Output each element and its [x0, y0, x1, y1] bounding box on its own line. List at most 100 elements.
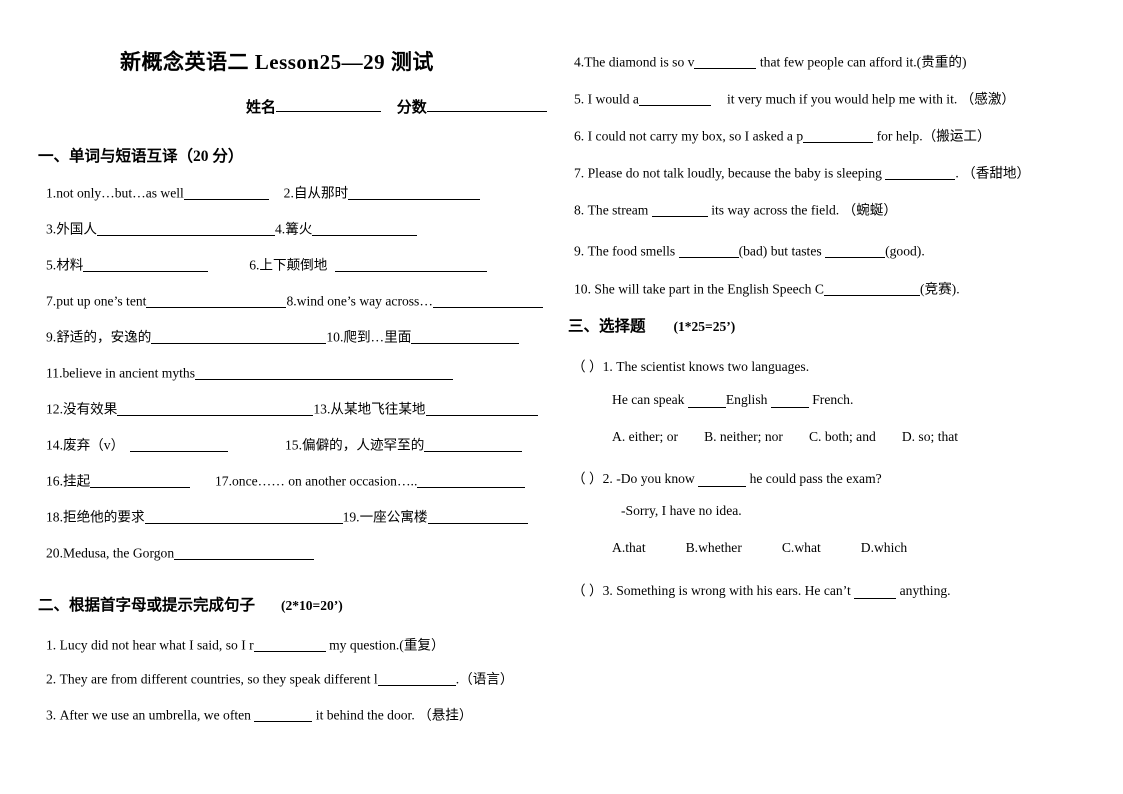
answer-blank[interactable] [651, 203, 708, 217]
answer-blank[interactable] [698, 473, 747, 487]
fill-blank-row: 3. After we use an umbrella, we often it… [46, 708, 473, 722]
name-label: 姓名 [246, 100, 277, 116]
choice-question-subline: -Sorry, I have no idea. [621, 503, 742, 519]
option-a[interactable]: A.that [612, 540, 646, 555]
answer-bracket[interactable]: （ ） [572, 583, 603, 598]
option-b[interactable]: B.whether [686, 540, 742, 555]
answer-blank[interactable] [146, 294, 287, 308]
item-number: 8. [286, 293, 297, 309]
item-number: 17. [215, 473, 232, 489]
option-d[interactable]: D.which [861, 540, 907, 555]
vocab-row: 14.废弃（v） 15.偏僻的，人迹罕至的 [46, 437, 523, 453]
answer-bracket[interactable]: （ ） [572, 359, 603, 374]
answer-blank[interactable] [854, 585, 897, 599]
fill-blank-row: 8. The stream its way across the field. … [574, 203, 897, 217]
option-c[interactable]: C.what [782, 540, 821, 555]
answer-blank[interactable] [803, 129, 874, 143]
answer-bracket[interactable]: （ ） [572, 471, 603, 486]
vocab-row: 1.not only…but…as well 2.自从那时 [46, 185, 481, 201]
item-text-pre: Please do not talk loudly, because the b… [587, 165, 882, 181]
option-d[interactable]: D. so; that [902, 429, 958, 444]
answer-blank[interactable] [312, 222, 418, 236]
item-text: 挂起 [63, 473, 91, 489]
item-number: 11. [46, 365, 63, 381]
answer-blank[interactable] [253, 638, 326, 652]
answer-blank[interactable] [195, 366, 453, 380]
fill-blank-row: 2. They are from different countries, so… [46, 672, 513, 686]
item-number: 4. [574, 54, 585, 70]
item-number: 3. [602, 583, 613, 598]
answer-blank[interactable] [411, 330, 520, 344]
question-text-post: French. [812, 392, 854, 407]
fill-blank-row: 5. I would a it very much if you would he… [574, 92, 1015, 106]
item-text: 爬到…里面 [343, 329, 412, 345]
item-number: 8. [574, 202, 585, 218]
choice-options: A. either; or B. neither; nor C. both; and… [612, 429, 958, 445]
answer-blank[interactable] [144, 510, 343, 524]
item-text: put up one’s tent [56, 293, 147, 309]
section-1-heading: 一、单词与短语互译（20 分） [38, 148, 244, 165]
name-blank[interactable] [276, 97, 382, 112]
answer-blank[interactable] [694, 55, 757, 69]
answer-blank[interactable] [174, 546, 315, 560]
option-b[interactable]: B. neither; nor [704, 429, 783, 444]
answer-blank[interactable] [335, 258, 488, 272]
answer-blank[interactable] [687, 394, 726, 408]
option-a[interactable]: A. either; or [612, 429, 678, 444]
item-text-pre: The food smells [587, 243, 676, 259]
answer-blank[interactable] [425, 402, 538, 416]
item-number: 2. [46, 671, 57, 687]
item-text: 舒适的，安逸的 [56, 329, 152, 345]
item-text: not only…but…as well [56, 185, 184, 201]
item-number: 18. [46, 509, 63, 525]
choice-options: A.that B.whether C.what D.which [612, 540, 907, 556]
choice-question-stem: （ ）3. Something is wrong with his ears. … [572, 579, 951, 599]
item-text-pre: The stream [587, 202, 649, 218]
item-number: 6. [574, 128, 585, 144]
answer-blank[interactable] [117, 402, 314, 416]
choice-question-stem: （ ）2. -Do you know he could pass the exa… [572, 467, 882, 487]
question-text-post: he could pass the exam? [749, 471, 882, 486]
item-text: 材料 [56, 257, 84, 273]
answer-blank[interactable] [417, 474, 526, 488]
item-number: 9. [574, 243, 585, 259]
answer-blank[interactable] [823, 282, 920, 296]
answer-blank[interactable] [770, 394, 809, 408]
answer-blank[interactable] [638, 92, 711, 106]
item-text: 拒绝他的要求 [63, 509, 145, 525]
answer-blank[interactable] [424, 438, 523, 452]
item-number: 4. [274, 221, 286, 237]
answer-blank[interactable] [678, 244, 739, 258]
answer-blank[interactable] [254, 708, 313, 722]
item-text: believe in ancient myths [62, 365, 196, 381]
vocab-row: 11.believe in ancient myths [46, 366, 453, 380]
answer-blank[interactable] [432, 294, 543, 308]
section-2-points: (2*10=20’) [281, 598, 343, 613]
answer-blank[interactable] [96, 222, 275, 236]
score-blank[interactable] [426, 97, 547, 112]
answer-blank[interactable] [151, 330, 327, 344]
answer-blank[interactable] [90, 474, 191, 488]
item-number: 19. [342, 509, 360, 525]
option-c[interactable]: C. both; and [809, 429, 876, 444]
item-number: 13. [313, 401, 331, 417]
answer-blank[interactable] [427, 510, 528, 524]
page-title: 新概念英语二 Lesson25—29 测试 [120, 50, 434, 74]
answer-blank[interactable] [348, 186, 481, 200]
item-text-mid: that few people can afford it.(贵重的) [759, 54, 967, 70]
fill-blank-row: 1. Lucy did not hear what I said, so I r… [46, 638, 445, 652]
item-text: 偏僻的，人迹罕至的 [301, 437, 425, 453]
answer-blank[interactable] [183, 186, 269, 200]
answer-blank[interactable] [825, 244, 886, 258]
vocab-row: 12.没有效果 13.从某地飞往某地 [46, 402, 538, 416]
left-column: 新概念英语二 Lesson25—29 测试 姓名 分数 一、单词与短语互译（20… [38, 0, 558, 722]
item-number: 16. [46, 473, 63, 489]
item-text-mid: its way across the field. （蜿蜒） [711, 202, 897, 218]
answer-blank[interactable] [83, 258, 209, 272]
answer-blank[interactable] [885, 166, 956, 180]
student-info-line: 姓名 分数 [38, 76, 558, 117]
question-text-post: anything. [899, 583, 951, 598]
item-text: 没有效果 [63, 401, 118, 417]
answer-blank[interactable] [130, 438, 229, 452]
answer-blank[interactable] [377, 672, 456, 686]
